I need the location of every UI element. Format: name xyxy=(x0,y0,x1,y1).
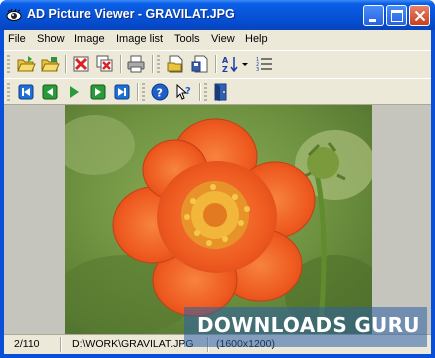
toolbar-grip[interactable] xyxy=(7,55,10,73)
app-window: AD Picture Viewer - GRAVILAT.JPG File Sh… xyxy=(0,0,435,358)
menu-show[interactable]: Show xyxy=(37,33,65,45)
close-button[interactable] xyxy=(409,5,430,26)
eye-app-icon xyxy=(6,7,22,23)
page-setup-icon[interactable] xyxy=(166,54,186,74)
menu-image-list[interactable]: Image list xyxy=(116,33,163,45)
exit-icon[interactable] xyxy=(211,82,231,102)
menu-view[interactable]: View xyxy=(211,33,235,45)
sort-az-icon[interactable]: AZ xyxy=(220,54,240,74)
svg-text:?: ? xyxy=(157,87,163,100)
print-icon[interactable] xyxy=(126,54,146,74)
status-image-index: 2/110 xyxy=(14,338,40,350)
flower-photo[interactable] xyxy=(65,105,372,334)
save-icon[interactable] xyxy=(190,54,210,74)
status-divider xyxy=(60,337,62,352)
next-image-icon[interactable] xyxy=(88,82,108,102)
menu-bar: File Show Image Image list Tools View He… xyxy=(4,30,431,49)
svg-text:?: ? xyxy=(185,86,191,97)
dropdown-arrow-icon[interactable] xyxy=(240,54,250,74)
menu-image[interactable]: Image xyxy=(74,33,105,45)
toolbar-separator xyxy=(215,55,217,73)
navigation-toolbar: ? ? xyxy=(4,78,431,105)
open-folder-icon[interactable] xyxy=(40,54,60,74)
toolbar-grip[interactable] xyxy=(157,55,160,73)
toolbar-separator xyxy=(152,55,154,73)
play-slideshow-icon[interactable] xyxy=(64,82,84,102)
help-icon[interactable]: ? xyxy=(150,82,170,102)
last-image-icon[interactable] xyxy=(112,82,132,102)
client-area: File Show Image Image list Tools View He… xyxy=(4,30,431,354)
svg-text:Z: Z xyxy=(222,65,228,74)
image-viewer[interactable] xyxy=(4,105,431,334)
open-folder-icon[interactable] xyxy=(16,54,36,74)
toolbar-grip[interactable] xyxy=(7,83,10,101)
svg-text:3: 3 xyxy=(256,67,259,73)
toolbar-separator xyxy=(137,83,139,101)
svg-text:A: A xyxy=(222,56,229,65)
menu-tools[interactable]: Tools xyxy=(174,33,200,45)
context-help-icon[interactable]: ? xyxy=(174,82,194,102)
toolbar-separator xyxy=(120,55,122,73)
main-toolbar: AZ 123 xyxy=(4,50,431,76)
minimize-icon xyxy=(369,19,376,22)
watermark-logo: DOWNLOADS GURU xyxy=(197,313,420,337)
maximize-button[interactable] xyxy=(386,5,407,26)
toolbar-separator xyxy=(199,83,201,101)
first-image-icon[interactable] xyxy=(16,82,36,102)
toolbar-separator xyxy=(65,55,67,73)
delete-image-icon[interactable] xyxy=(71,54,91,74)
menu-help[interactable]: Help xyxy=(245,33,268,45)
window-title: AD Picture Viewer - GRAVILAT.JPG xyxy=(27,7,235,21)
previous-image-icon[interactable] xyxy=(40,82,60,102)
title-bar[interactable]: AD Picture Viewer - GRAVILAT.JPG xyxy=(0,0,435,30)
delete-list-icon[interactable] xyxy=(95,54,115,74)
toolbar-grip[interactable] xyxy=(204,83,207,101)
status-file-path: D:\WORK\GRAVILAT.JPG xyxy=(72,338,194,350)
minimize-button[interactable] xyxy=(363,5,384,26)
menu-file[interactable]: File xyxy=(8,33,26,45)
toolbar-grip[interactable] xyxy=(142,83,145,101)
numbered-list-icon[interactable]: 123 xyxy=(254,54,274,74)
close-icon xyxy=(414,10,426,22)
maximize-icon xyxy=(391,10,403,22)
